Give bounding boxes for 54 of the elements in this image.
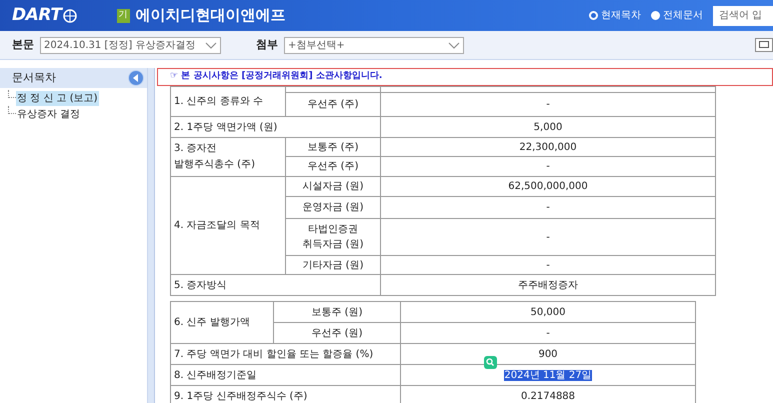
value-cell: - <box>380 256 716 274</box>
row-label: 2. 1주당 액면가액 (원) <box>170 116 380 138</box>
value-cell: 900 <box>538 348 558 360</box>
print-button[interactable] <box>755 38 773 52</box>
sub-label: 타법인증권 취득자금 (원) <box>286 218 380 256</box>
value-cell: - <box>380 196 716 218</box>
scope-radio[interactable]: 전체문서 <box>651 8 703 23</box>
monitor-icon <box>759 41 769 49</box>
value-cell: 5,000 <box>534 122 562 132</box>
dropdown[interactable]: 2024.10.31 [정정] 유상증자결정 <box>40 36 221 54</box>
value-cell: 0.2174888 <box>520 390 576 402</box>
logo-text: DART <box>12 4 62 27</box>
row-label: 5. 증자방식 <box>170 274 380 296</box>
value-cell: 50,000 <box>400 302 696 322</box>
row-label: 3. 증자전 발행주식총수 (주) <box>170 138 286 176</box>
sub-label: 시설자금 (원) <box>286 176 380 196</box>
dropdown[interactable]: +첨부선택+ <box>284 36 464 54</box>
tree-item[interactable]: 유상증자 결정 <box>16 106 82 122</box>
value-cell: 22,300,000 <box>380 138 716 156</box>
company-badge: 기 <box>116 8 130 22</box>
sub-label: 우선주 (주) <box>286 92 380 116</box>
company-name: 에이치디현대이앤에프 <box>136 5 286 26</box>
value-cell: - <box>380 92 716 116</box>
notice-text: ☞ 본 공시사항은 [공정거래위원회] 소관사항입니다. <box>170 70 382 84</box>
left-triangle-icon <box>133 74 139 82</box>
sub-label: 보통주 (주) <box>286 138 380 156</box>
collapse-button[interactable] <box>128 70 144 86</box>
value-cell: - <box>380 156 716 176</box>
row-label: 1. 신주의 종류와 수 <box>170 86 286 116</box>
field-label: 첨부 <box>256 36 278 53</box>
row-label: 4. 자금조달의 목적 <box>170 176 286 274</box>
globe-icon <box>62 8 76 22</box>
sub-label: 우선주 (주) <box>286 156 380 176</box>
field-label: 본문 <box>12 36 34 53</box>
value-cell: - <box>400 322 696 344</box>
sub-label: 기타자금 (원) <box>286 256 380 274</box>
scope-radio[interactable]: 현재목차 <box>589 8 641 23</box>
sub-label: 운영자금 (원) <box>286 196 380 218</box>
sub-label: 우선주 (원) <box>274 322 400 344</box>
row-label: 6. 신주 발행가액 <box>170 302 274 344</box>
sub-label: 보통주 (원) <box>274 302 400 322</box>
row-label: 8. 신주배정기준일 <box>170 364 400 386</box>
chevron-icon <box>205 42 217 48</box>
chevron-icon <box>448 42 460 48</box>
row-label: 9. 1주당 신주배정주식수 (주) <box>170 386 400 403</box>
tree-item[interactable]: 정 정 신 고 (보고) <box>16 90 99 106</box>
value-cell: 주주배정증자 <box>518 280 578 290</box>
value-cell: - <box>380 218 716 256</box>
value-cell: 2024년 11월 27일 <box>504 370 592 380</box>
sidebar-title: 문서목차 <box>12 70 56 86</box>
search-icon[interactable] <box>484 356 497 368</box>
value-cell: 62,500,000,000 <box>380 176 716 196</box>
row-label: 7. 주당 액면가 대비 할인율 또는 할증율 (%) <box>170 344 400 364</box>
search-field[interactable]: 검색어 입 <box>713 6 773 26</box>
